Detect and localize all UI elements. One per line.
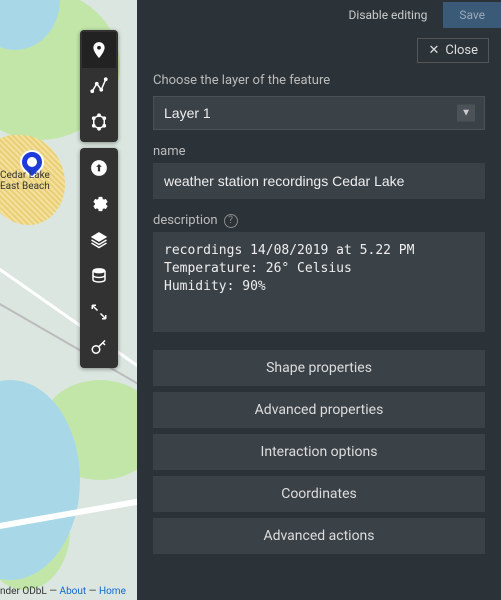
top-bar: Disable editing Save: [137, 0, 501, 30]
center-zoom-button[interactable]: [82, 294, 116, 330]
close-row: ✕ Close: [137, 30, 501, 67]
layers-icon: [90, 231, 108, 249]
disable-editing-button[interactable]: Disable editing: [333, 2, 444, 28]
close-button[interactable]: ✕ Close: [417, 38, 489, 63]
description-label: description ?: [153, 213, 485, 228]
permissions-button[interactable]: [82, 330, 116, 366]
close-label: Close: [445, 43, 478, 58]
map-canvas[interactable]: Cedar Lake East Beach nder ODbL — About …: [0, 0, 137, 600]
map-feature-label: Cedar Lake East Beach: [0, 170, 50, 192]
polygon-icon: [90, 113, 108, 131]
save-button[interactable]: Save: [443, 2, 501, 28]
name-input[interactable]: [153, 163, 485, 199]
attrib-about-link[interactable]: About: [60, 586, 87, 597]
help-icon[interactable]: ?: [224, 214, 238, 228]
feature-panel: Disable editing Save ✕ Close Choose the …: [137, 0, 501, 600]
advanced-properties-section[interactable]: Advanced properties: [153, 392, 485, 428]
marker-icon: [90, 41, 108, 59]
attrib-sep: —: [89, 586, 99, 597]
map-tools-group: [80, 148, 118, 368]
map-toolbar: [80, 30, 118, 368]
name-label: name: [153, 144, 485, 159]
advanced-actions-section[interactable]: Advanced actions: [153, 518, 485, 554]
key-icon: [90, 339, 108, 357]
import-button[interactable]: [82, 150, 116, 186]
gear-icon: [90, 195, 108, 213]
draw-tools-group: [80, 30, 118, 142]
map-attribution: nder ODbL — About — Home: [0, 586, 126, 597]
tilelayers-button[interactable]: [82, 258, 116, 294]
coordinates-section[interactable]: Coordinates: [153, 476, 485, 512]
map-feature-label-line: East Beach: [0, 181, 50, 192]
map-feature-label-line: Cedar Lake: [0, 170, 50, 181]
shape-properties-section[interactable]: Shape properties: [153, 350, 485, 386]
choose-layer-hint: Choose the layer of the feature: [153, 73, 485, 88]
layers-button[interactable]: [82, 222, 116, 258]
close-icon: ✕: [428, 43, 439, 58]
layer-select-wrap: Layer 1 ▼: [153, 96, 485, 130]
description-label-text: description: [153, 213, 218, 228]
attrib-text: nder ODbL —: [0, 586, 60, 597]
polyline-icon: [90, 77, 108, 95]
arrows-in-icon: [90, 303, 108, 321]
draw-marker-button[interactable]: [82, 32, 116, 68]
panel-body: Choose the layer of the feature Layer 1 …: [137, 67, 501, 572]
interaction-options-section[interactable]: Interaction options: [153, 434, 485, 470]
draw-polygon-button[interactable]: [82, 104, 116, 140]
draw-polyline-button[interactable]: [82, 68, 116, 104]
upload-icon: [90, 159, 108, 177]
database-icon: [90, 267, 108, 285]
layer-select[interactable]: Layer 1: [153, 96, 485, 130]
description-input[interactable]: [153, 232, 485, 332]
attrib-home-link[interactable]: Home: [99, 586, 126, 597]
settings-button[interactable]: [82, 186, 116, 222]
